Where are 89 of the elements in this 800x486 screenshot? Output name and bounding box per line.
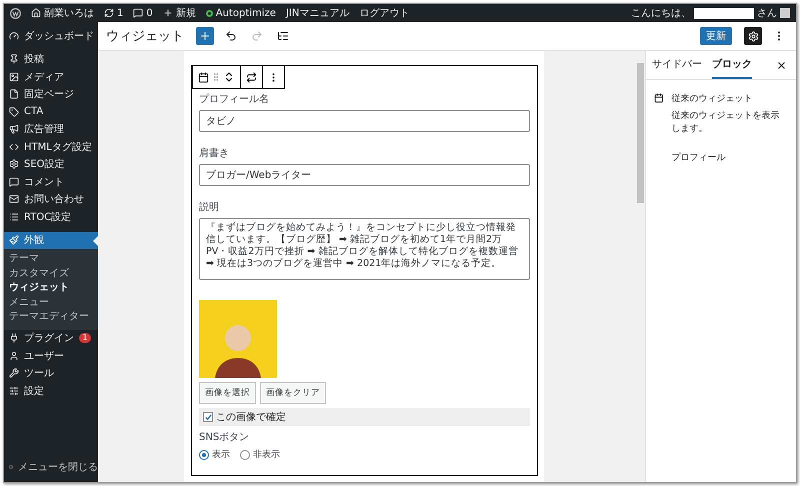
plug-icon <box>9 333 19 344</box>
gauge-icon <box>9 30 19 41</box>
sidebar-item[interactable]: SEO設定 <box>4 156 98 173</box>
mail-icon <box>9 194 19 204</box>
close-icon <box>776 60 786 70</box>
textarea-field[interactable]: 『まずはブログを始めてみよう！』をコンセプトに少し役立つ情報発信しています。【ブログ歴】 ➡ 雑記ブログを初めて1年で月間2万PV・収益2万円で挫折 ➡ 雑記ブログを解体して特化ブログを複数運営 ➡ 現在は3つのブログを運営中 ➡ 2021年は海外ノマになる予定。 <box>199 218 530 280</box>
sliders-icon <box>9 386 19 396</box>
panel-tab[interactable]: サイドバー <box>652 51 702 79</box>
admin-bar-link[interactable]: JINマニュアル <box>286 6 350 20</box>
collapse-icon <box>9 462 13 472</box>
wrench-icon <box>9 368 19 378</box>
submenu-item[interactable]: カスタマイズ <box>4 266 98 281</box>
checkbox-label: この画像で確定 <box>216 410 286 424</box>
panel-tab[interactable]: ブロック <box>712 51 752 79</box>
input-field[interactable]: タビノ <box>199 110 530 132</box>
sidebar-item[interactable]: コメント <box>4 173 98 190</box>
field-label: 肩書き <box>199 146 230 160</box>
comment-icon <box>9 176 19 187</box>
code-icon <box>9 142 19 152</box>
move-icon[interactable] <box>223 71 235 83</box>
sidebar-item[interactable]: RTOC設定 <box>4 208 98 226</box>
sidebar-item[interactable]: ユーザー <box>4 347 98 364</box>
sidebar-item[interactable]: メディア <box>4 68 98 86</box>
block-description: 従来のウィジェットを表示します。 <box>672 110 781 135</box>
sidebar-item[interactable]: お問い合わせ <box>4 190 98 208</box>
sidebar-item[interactable]: ダッシュボード <box>4 27 98 44</box>
plugin-link[interactable]: Autoptimize <box>206 8 276 18</box>
new-link[interactable]: 新規 <box>162 6 196 20</box>
brush-icon <box>9 235 19 246</box>
sidebar-item[interactable]: 外観 <box>4 232 98 249</box>
checkbox[interactable] <box>203 412 213 422</box>
submenu-item[interactable]: メニュー <box>4 296 98 310</box>
sidebar-item[interactable]: CTA <box>4 103 98 120</box>
scrollbar[interactable] <box>636 51 645 482</box>
list-icon <box>9 212 19 222</box>
user-icon <box>9 350 19 361</box>
comment-icon <box>133 8 144 18</box>
add-block-button[interactable] <box>196 27 214 45</box>
sidebar-item[interactable]: 固定ページ <box>4 86 98 103</box>
sidebar-item[interactable]: HTMLタグ設定 <box>4 138 98 156</box>
calendar-icon <box>198 72 209 82</box>
input-field[interactable]: ブロガー/Webライター <box>199 164 530 186</box>
megaphone-icon <box>9 124 19 134</box>
greeting-link[interactable]: こんにちは、 さん <box>631 6 790 20</box>
list-view-icon <box>277 30 289 42</box>
comments-link[interactable]: 0 <box>133 8 153 18</box>
redo-icon <box>251 30 263 42</box>
sidebar-item[interactable]: 投稿 <box>4 50 98 68</box>
plus-icon <box>199 30 211 42</box>
submenu-item[interactable]: ウィジェット <box>4 281 98 296</box>
page-icon <box>9 89 19 100</box>
site-link[interactable]: 副業いろは <box>31 6 94 20</box>
wordpress-logo-icon[interactable] <box>10 8 21 18</box>
tag-icon <box>9 106 19 117</box>
radio-option[interactable]: 非表示 <box>240 448 280 461</box>
sidebar-item[interactable]: ツール <box>4 364 98 382</box>
sidebar-item[interactable]: 広告管理 <box>4 120 98 138</box>
refresh-icon <box>104 8 114 18</box>
drag-handle-icon[interactable] <box>211 72 221 82</box>
radio-button[interactable] <box>240 450 250 460</box>
field-label: 説明 <box>199 200 220 214</box>
settings-icon <box>9 159 19 170</box>
sidebar-item[interactable]: 設定 <box>4 382 98 400</box>
radio-option[interactable]: 表示 <box>199 448 230 461</box>
settings-icon <box>748 30 758 42</box>
sidebar-item[interactable]: プラグイン 1 <box>4 330 98 347</box>
field-label: プロフィール名 <box>199 92 270 106</box>
submenu-item[interactable]: テーマエディター <box>4 310 98 324</box>
submenu-item[interactable]: テーマ <box>4 252 98 266</box>
updates-link[interactable]: 1 <box>104 8 124 18</box>
home-icon <box>31 8 41 18</box>
settings-button[interactable] <box>744 27 762 45</box>
block-title: 従来のウィジェット <box>672 92 754 105</box>
image-icon <box>9 72 19 82</box>
field-label: SNSボタン <box>199 431 250 444</box>
image-button[interactable]: 画像を選択 <box>199 382 256 404</box>
collapse-menu-button[interactable]: メニューを閉じる <box>4 460 98 474</box>
radio-button[interactable] <box>199 450 209 460</box>
calendar-icon <box>654 92 664 104</box>
image-button[interactable]: 画像をクリア <box>260 382 326 404</box>
admin-bar-link[interactable]: ログアウト <box>359 6 410 20</box>
widget-name: プロフィール <box>672 151 727 164</box>
update-button[interactable]: 更新 <box>700 27 732 45</box>
transform-icon[interactable] <box>246 72 257 82</box>
undo-icon <box>225 30 237 42</box>
pin-icon <box>9 54 19 64</box>
count-badge: 1 <box>79 333 91 344</box>
page-title: ウィジェット <box>106 28 184 45</box>
plus-icon <box>162 8 173 18</box>
